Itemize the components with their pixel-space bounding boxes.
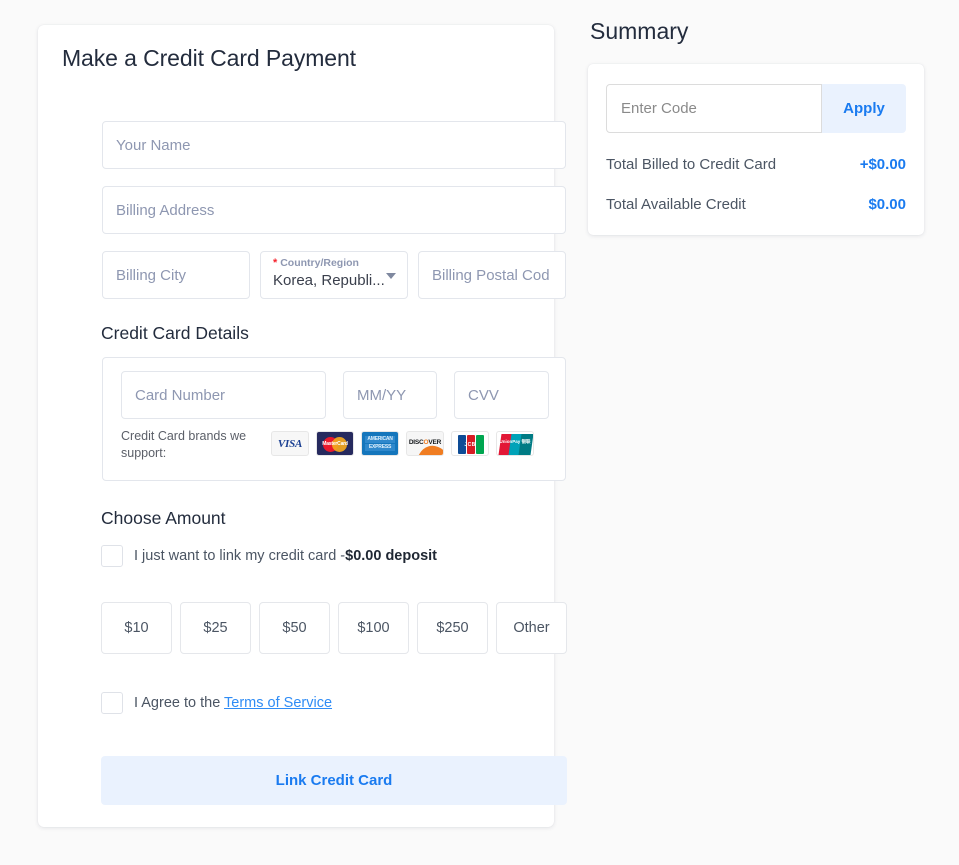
link-only-label-prefix: I just want to link my credit card - [134,548,346,564]
terms-label: I Agree to the Terms of Service [134,695,332,711]
terms-checkbox-row[interactable]: I Agree to the Terms of Service [101,692,332,714]
country-region-label: * Country/Region [273,257,395,270]
choose-amount-heading: Choose Amount [101,508,226,528]
billing-city-input[interactable]: Billing City [102,251,250,299]
summary-line-available-credit: Total Available Credit $0.00 [606,196,906,213]
unionpay-icon: UnionPay 银联 [496,431,534,456]
promo-code-row: Enter Code Apply [606,84,906,133]
discover-icon-text: DISCOVER [407,439,443,446]
unionpay-icon-line2: 银联 [521,439,531,444]
summary-line-value: $0.00 [868,196,906,213]
amex-icon: AMERICAN EXPRESS [361,431,399,456]
amount-option-25[interactable]: $25 [180,602,251,654]
country-region-select[interactable]: * Country/Region Korea, Republi... [260,251,408,299]
billing-address-placeholder: Billing Address [116,201,215,219]
promo-code-placeholder: Enter Code [621,100,697,117]
mastercard-icon: MasterCard [316,431,354,456]
amount-option-100[interactable]: $100 [338,602,409,654]
jcb-icon: JCB [451,431,489,456]
summary-panel: Summary Enter Code Apply Total Billed to… [588,18,924,235]
card-number-placeholder: Card Number [135,386,226,404]
payment-form-card: Make a Credit Card Payment Your Name Bil… [38,25,567,827]
chevron-down-icon [386,273,396,279]
card-cvv-input[interactable]: CVV [454,371,549,419]
link-only-checkbox-label: I just want to link my credit card -$0.0… [134,548,437,564]
amex-icon-line1: AMERICAN [365,436,395,443]
mastercard-icon-text: MasterCard [322,441,348,447]
amount-options: $10 $25 $50 $100 $250 Other [101,602,567,654]
summary-line-total-billed: Total Billed to Credit Card +$0.00 [606,156,906,173]
credit-card-details-box: Card Number MM/YY CVV Credit Card brands… [102,357,566,481]
billing-address-input[interactable]: Billing Address [102,186,566,234]
link-credit-card-button[interactable]: Link Credit Card [101,756,567,805]
jcb-icon-text: JCB [464,442,476,448]
required-asterisk: * [273,257,278,269]
amount-option-250[interactable]: $250 [417,602,488,654]
summary-card: Enter Code Apply Total Billed to Credit … [588,64,924,235]
card-number-input[interactable]: Card Number [121,371,326,419]
terms-of-service-link[interactable]: Terms of Service [224,695,332,711]
link-only-label-amount: $0.00 deposit [345,548,437,564]
amount-option-other[interactable]: Other [496,602,567,654]
credit-card-details-heading: Credit Card Details [101,323,249,343]
unionpay-icon-text: UnionPay 银联 [497,439,533,445]
country-region-label-text: Country/Region [280,257,359,269]
name-input[interactable]: Your Name [102,121,566,169]
card-expiry-placeholder: MM/YY [357,386,407,404]
page-title: Make a Credit Card Payment [62,45,356,71]
card-expiry-input[interactable]: MM/YY [343,371,437,419]
card-cvv-placeholder: CVV [468,386,499,404]
supported-brands-label: Credit Card brands we support: [121,429,247,460]
amex-icon-text: AMERICAN EXPRESS [365,435,395,452]
visa-icon: VISA [271,431,309,456]
amount-option-10[interactable]: $10 [101,602,172,654]
summary-line-value: +$0.00 [859,156,906,173]
link-only-checkbox-row[interactable]: I just want to link my credit card -$0.0… [101,545,437,567]
billing-postal-input[interactable]: Billing Postal Cod [418,251,566,299]
supported-brand-logos: VISA MasterCard AMERICAN EXPRESS DISCOVE… [271,431,534,456]
billing-postal-placeholder: Billing Postal Cod [432,266,550,284]
apply-code-button[interactable]: Apply [822,84,906,133]
summary-line-label: Total Billed to Credit Card [606,156,777,173]
discover-icon: DISCOVER [406,431,444,456]
amex-icon-line2: EXPRESS [365,444,395,451]
page-root: Make a Credit Card Payment Your Name Bil… [0,0,959,865]
amount-option-50[interactable]: $50 [259,602,330,654]
billing-city-placeholder: Billing City [116,266,187,284]
terms-checkbox[interactable] [101,692,123,714]
summary-line-label: Total Available Credit [606,196,746,213]
summary-title: Summary [590,18,689,44]
discover-icon-text-a: DISC [408,439,424,446]
unionpay-icon-line1: UnionPay [499,439,521,444]
visa-icon-text: VISA [277,437,303,450]
name-input-placeholder: Your Name [116,136,191,154]
link-only-checkbox[interactable] [101,545,123,567]
promo-code-input[interactable]: Enter Code [606,84,822,133]
discover-icon-text-b: VER [428,439,442,446]
terms-label-prefix: I Agree to the [134,695,225,711]
country-region-value: Korea, Republi... [273,272,385,289]
